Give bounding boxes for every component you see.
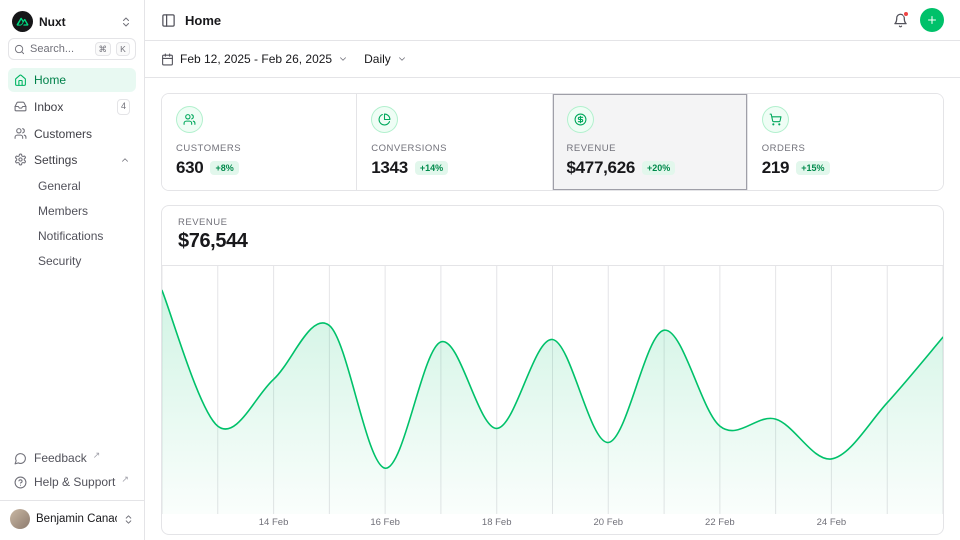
user-menu[interactable]: Benjamin Canac bbox=[0, 500, 144, 532]
stat-card-customers[interactable]: CUSTOMERS 630 +8% bbox=[162, 94, 357, 190]
chart-canvas[interactable] bbox=[162, 266, 943, 514]
sidebar-subitem-general[interactable]: General bbox=[8, 174, 136, 198]
sidebar-item-feedback[interactable]: Feedback ↗ bbox=[8, 446, 136, 470]
stat-label: REVENUE bbox=[567, 143, 733, 154]
stat-label: CUSTOMERS bbox=[176, 143, 342, 154]
sidebar-item-label: Home bbox=[34, 73, 66, 87]
help-circle-icon bbox=[14, 476, 27, 489]
users-icon bbox=[14, 127, 27, 140]
home-icon bbox=[14, 74, 27, 87]
revenue-area-chart[interactable] bbox=[162, 266, 943, 514]
message-bubble-icon bbox=[14, 452, 27, 465]
chart-card-header: REVENUE $76,544 bbox=[162, 206, 943, 266]
main-panel: Home Feb 12, 2025 - Feb 26, 2025 Daily bbox=[145, 0, 960, 540]
chevron-down-icon bbox=[397, 54, 407, 64]
x-axis-label: 16 Feb bbox=[370, 517, 400, 528]
search-icon bbox=[14, 44, 25, 55]
sidebar-item-label: Help & Support bbox=[34, 475, 115, 489]
x-axis-label: 24 Feb bbox=[817, 517, 847, 528]
notification-dot bbox=[903, 11, 909, 17]
workspace-switcher[interactable]: Nuxt bbox=[8, 8, 136, 38]
stat-label: ORDERS bbox=[762, 143, 929, 154]
inbox-count-badge: 4 bbox=[117, 99, 130, 115]
sidebar-item-label: Settings bbox=[34, 153, 77, 167]
stats-row: CUSTOMERS 630 +8% CONVERSIONS 1343 +14% bbox=[161, 93, 944, 191]
stat-value: 630 bbox=[176, 158, 203, 178]
sidebar-item-label: Feedback bbox=[34, 451, 87, 465]
sidebar-item-inbox[interactable]: Inbox 4 bbox=[8, 94, 136, 120]
x-axis-label: 20 Feb bbox=[593, 517, 623, 528]
sidebar-item-customers[interactable]: Customers bbox=[8, 122, 136, 146]
chart-pie-icon bbox=[371, 106, 398, 133]
sidebar-toggle-icon[interactable] bbox=[161, 13, 176, 28]
shopping-cart-icon bbox=[762, 106, 789, 133]
sidebar-item-label: Inbox bbox=[34, 100, 63, 114]
chevron-down-icon bbox=[338, 54, 348, 64]
date-range-picker[interactable]: Feb 12, 2025 - Feb 26, 2025 bbox=[161, 52, 348, 66]
x-axis-label: 22 Feb bbox=[705, 517, 735, 528]
users-icon bbox=[176, 106, 203, 133]
stat-delta-badge: +14% bbox=[415, 161, 448, 175]
notifications-bell-icon[interactable] bbox=[893, 13, 908, 28]
stat-delta-badge: +15% bbox=[796, 161, 829, 175]
filters-toolbar: Feb 12, 2025 - Feb 26, 2025 Daily bbox=[145, 41, 960, 78]
inbox-icon bbox=[14, 100, 27, 113]
avatar bbox=[10, 509, 30, 529]
add-button[interactable] bbox=[920, 8, 944, 32]
stat-card-revenue[interactable]: REVENUE $477,626 +20% bbox=[553, 94, 748, 190]
granularity-label: Daily bbox=[364, 52, 391, 66]
sidebar-subitem-notifications[interactable]: Notifications bbox=[8, 224, 136, 248]
stat-delta-badge: +20% bbox=[642, 161, 675, 175]
external-link-icon: ↗ bbox=[93, 450, 101, 461]
sidebar: Nuxt ⌘ K Home Inbox 4 Customers bbox=[0, 0, 145, 540]
stat-card-orders[interactable]: ORDERS 219 +15% bbox=[748, 94, 943, 190]
workspace-name: Nuxt bbox=[39, 15, 114, 29]
stat-value: 219 bbox=[762, 158, 789, 178]
search-input[interactable] bbox=[30, 43, 90, 55]
x-axis-labels: 14 Feb 16 Feb 18 Feb 20 Feb 22 Feb 24 Feb bbox=[162, 514, 943, 534]
stat-label: CONVERSIONS bbox=[371, 143, 537, 154]
sidebar-subitem-security[interactable]: Security bbox=[8, 249, 136, 273]
x-axis-label: 18 Feb bbox=[482, 517, 512, 528]
gear-icon bbox=[14, 153, 27, 166]
chevrons-up-down-icon bbox=[120, 16, 132, 28]
sidebar-subitem-members[interactable]: Members bbox=[8, 199, 136, 223]
kbd-cmd: ⌘ bbox=[95, 42, 112, 56]
user-name: Benjamin Canac bbox=[36, 513, 117, 525]
stat-card-conversions[interactable]: CONVERSIONS 1343 +14% bbox=[357, 94, 552, 190]
date-range-label: Feb 12, 2025 - Feb 26, 2025 bbox=[180, 52, 332, 66]
stat-value: 1343 bbox=[371, 158, 408, 178]
chevrons-up-down-icon bbox=[123, 514, 134, 525]
page-title: Home bbox=[185, 13, 221, 28]
chart-card-label: REVENUE bbox=[178, 217, 927, 228]
sidebar-item-home[interactable]: Home bbox=[8, 68, 136, 92]
calendar-icon bbox=[161, 53, 174, 66]
chevron-up-icon bbox=[120, 155, 130, 165]
page-header: Home bbox=[145, 0, 960, 41]
external-link-icon: ↗ bbox=[121, 474, 129, 485]
search-box: ⌘ K bbox=[8, 38, 136, 60]
stat-delta-badge: +8% bbox=[210, 161, 238, 175]
sidebar-item-help-support[interactable]: Help & Support ↗ bbox=[8, 470, 136, 494]
sidebar-item-label: Customers bbox=[34, 127, 92, 141]
granularity-select[interactable]: Daily bbox=[364, 52, 407, 66]
revenue-chart-card: REVENUE $76,544 14 Feb 16 Feb 18 Feb 20 Feb… bbox=[161, 205, 944, 535]
content-area: CUSTOMERS 630 +8% CONVERSIONS 1343 +14% bbox=[145, 78, 960, 540]
stat-value: $477,626 bbox=[567, 158, 636, 178]
chart-card-value: $76,544 bbox=[178, 230, 927, 253]
kbd-k: K bbox=[116, 42, 130, 56]
x-axis-label: 14 Feb bbox=[259, 517, 289, 528]
sidebar-item-settings[interactable]: Settings bbox=[8, 148, 136, 172]
nuxt-logo-icon bbox=[12, 11, 33, 32]
dollar-circle-icon bbox=[567, 106, 594, 133]
